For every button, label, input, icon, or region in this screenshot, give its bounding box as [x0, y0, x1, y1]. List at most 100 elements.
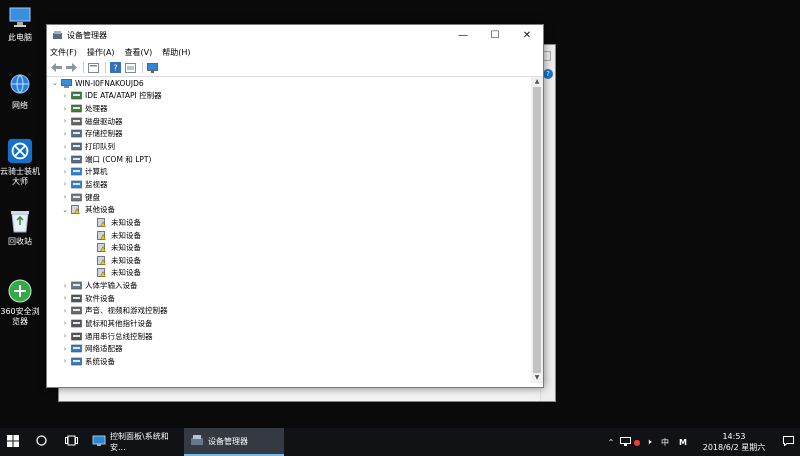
chevron-right-icon[interactable]: › — [61, 130, 69, 138]
network-icon[interactable] — [618, 436, 632, 448]
chevron-right-icon[interactable]: › — [61, 168, 69, 176]
tree-item[interactable]: › 监视器 — [47, 178, 528, 191]
tree-item[interactable]: › 通用串行总线控制器 — [47, 330, 528, 343]
tree-item[interactable]: › 系统设备 — [47, 355, 528, 368]
desktop-icon-knight[interactable]: 云骑士装机大师 — [0, 138, 40, 187]
desktop-icon-label: 回收站 — [8, 237, 32, 246]
help-icon[interactable]: ? — [543, 69, 553, 79]
menu-help[interactable]: 帮助(H) — [162, 47, 190, 58]
warning-icon[interactable]: ● — [632, 438, 642, 447]
scroll-up-icon[interactable]: ▲ — [531, 77, 543, 87]
tree-child-item[interactable]: 未知设备 — [47, 267, 528, 280]
chevron-right-icon[interactable]: › — [61, 357, 69, 365]
warning-device-icon — [71, 205, 82, 215]
chevron-right-icon[interactable]: › — [61, 345, 69, 353]
minimize-button[interactable]: — — [447, 25, 479, 45]
menu-view[interactable]: 查看(V) — [125, 47, 153, 58]
chevron-right-icon[interactable]: › — [61, 117, 69, 125]
hid-icon — [71, 281, 82, 290]
cortana-button[interactable] — [26, 428, 56, 456]
chevron-right-icon[interactable]: › — [61, 332, 69, 340]
taskbar: 控制面板\系统和安... 设备管理器 ⌃ ● 🕨 中 M 14:53 2018/… — [0, 428, 800, 456]
chevron-up-icon[interactable]: ⌃ — [604, 438, 618, 447]
usb-icon — [71, 332, 82, 341]
scroll-down-icon[interactable]: ▼ — [531, 373, 543, 383]
menu-file[interactable]: 文件(F) — [50, 47, 77, 58]
tree-item-label: 未知设备 — [111, 243, 141, 253]
tree-item[interactable]: › 端口 (COM 和 LPT) — [47, 153, 528, 166]
desktop-icon-network[interactable]: 网络 — [0, 72, 40, 111]
menu-action[interactable]: 操作(A) — [87, 47, 115, 58]
tree-item[interactable]: › 磁盘驱动器 — [47, 115, 528, 128]
tree-item[interactable]: › IDE ATA/ATAPI 控制器 — [47, 90, 528, 103]
tree-item[interactable]: › 网络适配器 — [47, 342, 528, 355]
desktop-icon-label: 360安全浏览器 — [0, 307, 40, 326]
tree-item[interactable]: › 计算机 — [47, 165, 528, 178]
chevron-right-icon[interactable]: › — [61, 180, 69, 188]
chevron-right-icon[interactable]: › — [61, 193, 69, 201]
tree-item[interactable]: › 键盘 — [47, 191, 528, 204]
tree-item[interactable]: › 软件设备 — [47, 292, 528, 305]
desktop-icon-recycle-bin[interactable]: 回收站 — [0, 208, 40, 247]
knight-icon — [7, 138, 33, 164]
recycle-bin-icon — [7, 208, 33, 234]
tree-item-label: 处理器 — [85, 104, 108, 114]
tree-child-item[interactable]: 未知设备 — [47, 216, 528, 229]
chevron-down-icon[interactable]: ⌄ — [61, 206, 69, 214]
taskbar-item-device-manager[interactable]: 设备管理器 — [184, 428, 284, 456]
tree-item-label: 键盘 — [85, 192, 100, 202]
chevron-right-icon[interactable]: › — [61, 92, 69, 100]
tree-root[interactable]: ⌄ WIN-I0FNAKOUJD6 — [47, 77, 528, 90]
chevron-right-icon[interactable]: › — [61, 143, 69, 151]
device-manager-window[interactable]: 设备管理器 — ☐ ✕ 文件(F) 操作(A) 查看(V) 帮助(H) ? ⌄ … — [46, 24, 544, 388]
chevron-right-icon[interactable]: › — [61, 282, 69, 290]
tree-item[interactable]: › 打印队列 — [47, 140, 528, 153]
tree-child-item[interactable]: 未知设备 — [47, 241, 528, 254]
tree-item[interactable]: › 人体学输入设备 — [47, 279, 528, 292]
properties-icon[interactable] — [87, 61, 100, 74]
title-bar[interactable]: 设备管理器 — ☐ ✕ — [47, 25, 543, 45]
chevron-right-icon[interactable]: › — [61, 155, 69, 163]
view-icon[interactable] — [124, 61, 137, 74]
close-button[interactable]: ✕ — [511, 25, 543, 45]
scrollbar-thumb[interactable] — [533, 87, 541, 373]
tree-child-item[interactable]: 未知设备 — [47, 229, 528, 242]
chevron-right-icon[interactable]: › — [61, 319, 69, 327]
toolbar: ? — [47, 59, 543, 77]
tree-item[interactable]: › 存储控制器 — [47, 128, 528, 141]
taskbar-item-control-panel[interactable]: 控制面板\系统和安... — [86, 428, 184, 456]
chevron-right-icon[interactable]: › — [61, 294, 69, 302]
desktop-icon-browser[interactable]: 360安全浏览器 — [0, 278, 40, 327]
tree-child-item[interactable]: 未知设备 — [47, 254, 528, 267]
maximize-button[interactable]: ☐ — [479, 25, 511, 45]
tree-scrollbar[interactable]: ▲ ▼ — [531, 77, 543, 383]
ime-indicator[interactable]: 中 — [656, 437, 674, 448]
start-button[interactable] — [0, 428, 26, 456]
notification-icon[interactable] — [776, 436, 800, 448]
clock[interactable]: 14:53 2018/6/2 星期六 — [692, 431, 776, 453]
chevron-down-icon[interactable]: ⌄ — [51, 79, 59, 87]
tree-item-label: 鼠标和其他指针设备 — [85, 318, 153, 328]
tree-item-label: 打印队列 — [85, 142, 115, 152]
tree-item[interactable]: › 鼠标和其他指针设备 — [47, 317, 528, 330]
desktop-icon-label: 网络 — [12, 101, 28, 110]
help-icon[interactable]: ? — [109, 61, 122, 74]
desktop-icon-this-pc[interactable]: 此电脑 — [0, 4, 40, 43]
device-tree[interactable]: ⌄ WIN-I0FNAKOUJD6 › IDE ATA/ATAPI 控制器 › 处理器… — [47, 77, 528, 383]
svg-text:?: ? — [113, 64, 117, 73]
tree-item[interactable]: ⌄ 其他设备 — [47, 203, 528, 216]
chevron-right-icon[interactable]: › — [61, 105, 69, 113]
ime-mode-indicator[interactable]: M — [674, 438, 692, 447]
back-arrow-icon[interactable] — [50, 61, 63, 74]
tree-item[interactable]: › 处理器 — [47, 102, 528, 115]
tree-item[interactable]: › 声音、视频和游戏控制器 — [47, 305, 528, 318]
monitor-icon[interactable] — [146, 61, 159, 74]
volume-muted-icon[interactable]: 🕨 — [642, 437, 656, 447]
chevron-right-icon[interactable]: › — [61, 307, 69, 315]
forward-arrow-icon[interactable] — [65, 61, 78, 74]
computer-icon — [61, 78, 72, 88]
tree-item-label: 未知设备 — [111, 217, 141, 227]
task-view-button[interactable] — [56, 428, 86, 456]
